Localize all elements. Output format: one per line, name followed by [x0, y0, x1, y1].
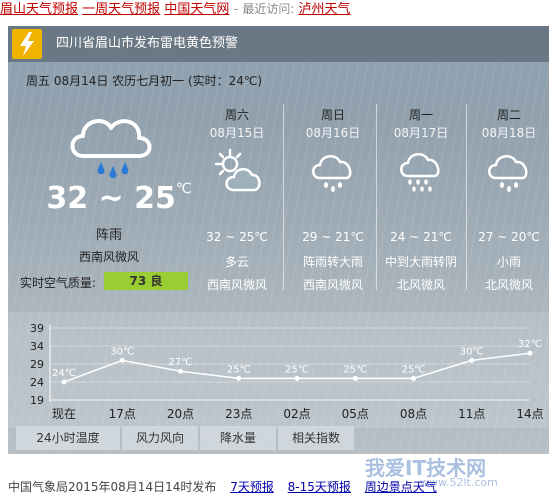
chart-data-label: 25℃: [402, 364, 426, 375]
forecast-temp: 32 ~ 25℃: [206, 230, 268, 244]
chart-x-tick-label: 05点: [342, 407, 369, 421]
aqi-badge[interactable]: 73 良: [104, 272, 188, 290]
chart-point: [352, 375, 358, 381]
chart-point: [119, 357, 125, 363]
forecast-date: 08月16日: [305, 126, 361, 140]
chart-data-label: 30℃: [460, 346, 484, 357]
temperature-chart-area: 39 34 29 24 19 24℃ 现在 30℃ 17点 27℃ 20点 25℃ 23点 25℃ 02点 2…: [8, 312, 549, 428]
link-8-15day-forecast[interactable]: 8-15天预报: [288, 480, 351, 494]
top-link-bar: 眉山天气预报 一周天气预报 中国天气网 - 最近访问: 泸州天气: [0, 0, 557, 22]
temperature-line-chart: 39 34 29 24 19 24℃ 现在 30℃ 17点 27℃ 20点 25℃ 23点 25℃ 02点 2…: [30, 322, 544, 421]
chart-y-tick-label: 24: [30, 376, 44, 389]
chart-data-label: 32℃: [518, 339, 542, 350]
chart-point: [178, 368, 183, 374]
chart-x-tick-label: 20点: [167, 407, 194, 421]
chart-point: [411, 375, 416, 381]
forecast-temp: 27 ~ 20℃: [478, 230, 540, 244]
forecast-date: 08月18日: [481, 126, 537, 140]
forecast-date: 08月17日: [393, 126, 449, 140]
chart-x-tick-label: 14点: [516, 407, 543, 421]
chart-point: [61, 379, 67, 385]
chart-data-label: 27℃: [169, 357, 193, 368]
aqi-label: 实时空气质量:: [20, 276, 97, 290]
forecast-day-4[interactable]: 周二 08月18日 27 ~ 20℃ 小雨 北风微风: [466, 96, 549, 296]
forecast-temp: 24 ~ 21℃: [390, 230, 452, 244]
forecast-day-name: 周日: [320, 108, 345, 122]
chart-point: [469, 357, 475, 363]
cloud-rain-icon: [484, 148, 536, 199]
chart-data-label: 24℃: [52, 368, 76, 379]
link-meishan-weather[interactable]: 眉山天气预报: [0, 2, 78, 17]
weather-panel: 四川省眉山市发布雷电黄色预警 周五 08月14日 农历七月初一 (实时：24℃)…: [8, 26, 549, 454]
link-7day-forecast[interactable]: 7天预报: [230, 480, 274, 494]
chart-data-label: 25℃: [227, 364, 251, 375]
chart-x-tick-label: 17点: [109, 407, 136, 421]
alert-bar[interactable]: 四川省眉山市发布雷电黄色预警: [8, 26, 549, 62]
recent-visits-label: 最近访问:: [242, 2, 295, 16]
column-divider: [376, 104, 377, 290]
forecast-desc: 小雨: [496, 255, 521, 269]
chart-x-tick-label: 02点: [283, 407, 310, 421]
column-divider: [283, 104, 284, 290]
chart-y-tick-label: 19: [30, 394, 44, 407]
chart-x-tick-label: 23点: [225, 407, 252, 421]
link-week-forecast[interactable]: 一周天气预报: [82, 2, 160, 17]
forecast-day-name: 周二: [496, 108, 521, 122]
cloud-heavy-rain-icon: [396, 148, 448, 199]
today-temp-value: 32 ~ 25: [46, 181, 176, 216]
chart-data-label: 25℃: [343, 364, 367, 375]
forecast-wind: 北风微风: [484, 278, 533, 292]
link-nearby-scenic-weather[interactable]: 周边景点天气: [365, 480, 437, 494]
link-china-weather[interactable]: 中国天气网: [164, 2, 229, 17]
separator: -: [233, 2, 239, 17]
alert-text[interactable]: 四川省眉山市发布雷电黄色预警: [56, 26, 238, 62]
forecast-desc: 阵雨转大雨: [302, 255, 363, 269]
forecast-day-1[interactable]: 周六 08月15日 32 ~ 25℃ 多云 西南风微风: [194, 96, 280, 296]
chart-x-tick-label: 11点: [458, 407, 485, 421]
tab-wind[interactable]: 风力风向: [122, 426, 198, 450]
cloud-rain-icon: [308, 148, 360, 199]
forecast-temp: 29 ~ 21℃: [302, 230, 364, 244]
forecast-day-name: 周一: [408, 108, 433, 122]
forecast-wind: 西南风微风: [302, 278, 363, 292]
partly-cloudy-icon: [212, 148, 264, 199]
forecast-wind: 北风微风: [396, 278, 445, 292]
tab-24h-temperature[interactable]: 24小时温度: [16, 426, 120, 450]
chart-point: [294, 375, 300, 381]
lightning-icon: [12, 29, 42, 59]
today-temp-unit: ℃: [175, 181, 192, 197]
forecast-day-name: 周六: [224, 108, 249, 122]
forecast-day-3[interactable]: 周一 08月17日 24 ~ 21℃ 中到大雨转阴 北风微风: [378, 96, 464, 296]
forecast-wind: 西南风微风: [206, 278, 267, 292]
publish-info: 中国气象局2015年08月14日14时发布: [8, 480, 217, 494]
today-date-line: 周五 08月14日 农历七月初一 (实时：24℃): [26, 74, 263, 88]
chart-y-tick-label: 29: [30, 358, 44, 371]
forecast-desc: 多云: [224, 255, 249, 269]
tab-precipitation[interactable]: 降水量: [200, 426, 276, 450]
forecast-date: 08月15日: [209, 126, 265, 140]
chart-point: [236, 375, 242, 381]
today-wind: 西南风微风: [78, 250, 139, 264]
chart-point: [527, 350, 533, 356]
forecast-desc: 中到大雨转阴: [384, 255, 457, 269]
chart-y-tick-label: 34: [30, 340, 44, 353]
chart-data-label: 30℃: [110, 346, 134, 357]
link-luzhou-weather[interactable]: 泸州天气: [299, 2, 351, 17]
chart-x-tick-label: 现在: [52, 407, 76, 421]
footer: 中国气象局2015年08月14日14时发布 7天预报 8-15天预报 周边景点天…: [8, 478, 437, 495]
forecast-day-2[interactable]: 周日 08月16日 29 ~ 21℃ 阵雨转大雨 西南风微风: [290, 96, 376, 296]
chart-y-tick-label: 39: [30, 322, 44, 335]
tab-indices[interactable]: 相关指数: [278, 426, 354, 450]
today-weather-desc: 阵雨: [95, 228, 122, 243]
cloud-rain-icon: [63, 110, 163, 184]
chart-x-tick-label: 08点: [400, 407, 427, 421]
chart-data-label: 25℃: [285, 364, 309, 375]
today-temperature: 32 ~ 25℃: [44, 181, 194, 216]
